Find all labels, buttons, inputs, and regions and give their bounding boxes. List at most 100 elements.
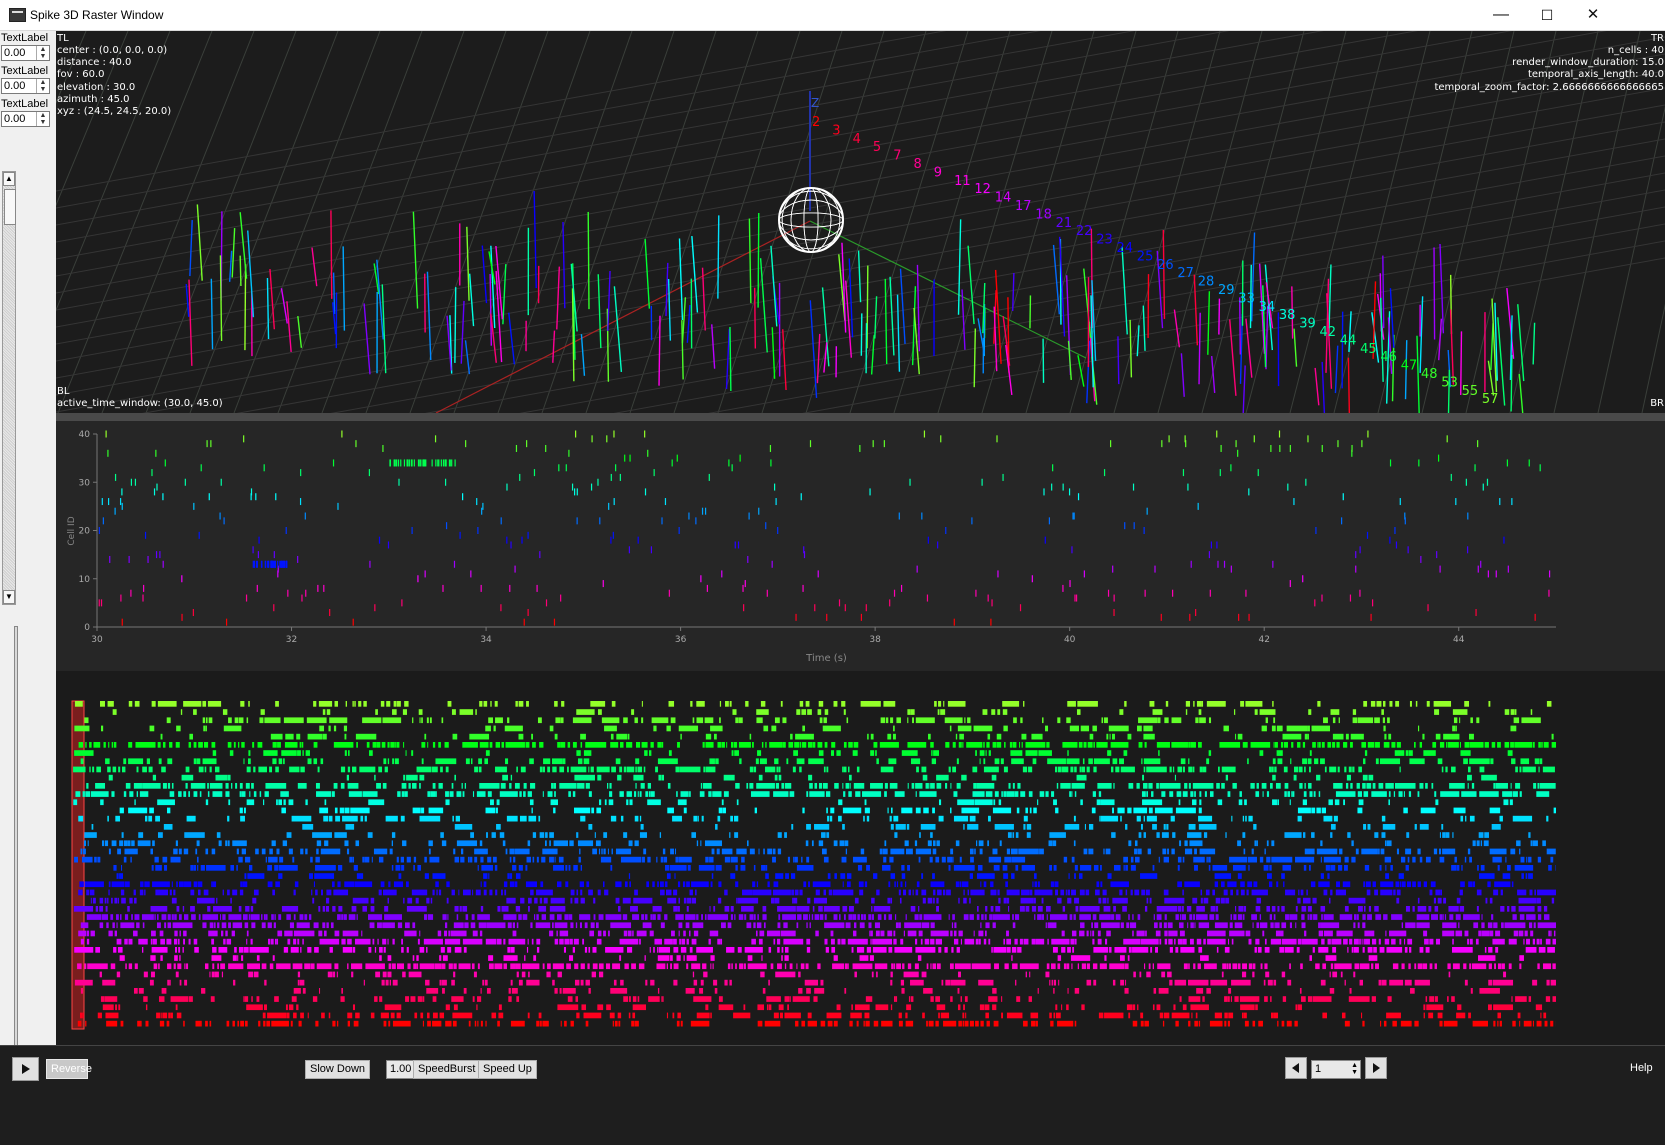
overview-spike (864, 1013, 869, 1019)
overview-spike (585, 742, 606, 748)
overview-spike (598, 709, 602, 715)
speed-up-button[interactable]: Speed Up (478, 1060, 537, 1079)
overview-spike (246, 783, 250, 789)
overview-spike (80, 1013, 83, 1019)
prev-page-button[interactable] (1285, 1057, 1307, 1079)
overview-spike (890, 849, 904, 855)
overview-spike (1250, 783, 1254, 789)
overview-spike (785, 947, 789, 953)
vertical-slider[interactable] (14, 626, 18, 1071)
close-button[interactable]: ✕ (1570, 0, 1616, 30)
overview-spike (487, 857, 491, 863)
overview-spike (1469, 758, 1490, 764)
overview-spike (955, 963, 971, 969)
overview-spike (1010, 742, 1012, 748)
3d-scene[interactable]: Z234578911121417182122232425262728293334… (56, 31, 1665, 413)
overview-spike (919, 791, 936, 797)
overview-spike (120, 914, 122, 920)
overview-spike (240, 791, 242, 797)
overview-raster-svg[interactable] (56, 671, 1665, 1075)
overview-spike (950, 849, 953, 855)
overview-spike (790, 996, 791, 1002)
overview-spike (272, 758, 276, 764)
scroll-up-icon[interactable]: ▲ (3, 172, 15, 186)
overview-spike (407, 898, 412, 904)
overview-spike (109, 849, 111, 855)
next-page-button[interactable] (1365, 1057, 1387, 1079)
overview-spike (1311, 808, 1315, 814)
overview-spike (481, 988, 482, 994)
overview-spike (1177, 791, 1182, 797)
overview-spike (1173, 1004, 1175, 1010)
overview-spike (461, 849, 463, 855)
overview-spike (1451, 865, 1457, 871)
overview-spike (176, 726, 180, 732)
overview-spike (565, 865, 567, 871)
spin-arrows-icon[interactable]: ▲▼ (36, 112, 49, 126)
overview-spike (1020, 906, 1025, 912)
overview-spike (1200, 767, 1202, 773)
overview-spike (1297, 947, 1300, 953)
page-spinbox[interactable]: 1▲▼ (1311, 1060, 1361, 1079)
overview-spike (849, 1021, 852, 1027)
overview-spike (1104, 955, 1106, 961)
spin-arrows-icon[interactable]: ▲▼ (1351, 1062, 1358, 1076)
overview-spike (419, 709, 423, 715)
overview-spike (1075, 906, 1078, 912)
overview-spike (883, 849, 888, 855)
overview-spike (895, 791, 905, 797)
overview-spike (806, 840, 809, 846)
splitter-handle[interactable] (56, 413, 1665, 421)
overview-spike (933, 849, 937, 855)
spinbox-2[interactable]: 0.00▲▼ (1, 78, 50, 94)
spin-arrows-icon[interactable]: ▲▼ (36, 46, 49, 60)
spin-arrows-icon[interactable]: ▲▼ (36, 79, 49, 93)
overview-spike (1066, 890, 1067, 896)
overview-spike (235, 717, 239, 723)
overview-spike (778, 922, 781, 928)
overview-spike (1137, 726, 1142, 732)
overview-spike (1542, 840, 1546, 846)
raster-plot-svg[interactable]: 0102030403032343638404244Time (s)Cell ID (56, 421, 1665, 671)
overview-spike (1441, 824, 1443, 830)
overview-spike (813, 881, 831, 887)
overview-spike (950, 783, 951, 789)
overview-spike (890, 972, 892, 978)
overview-spike (638, 996, 640, 1002)
vertical-scrollbar[interactable]: ▲ ▼ (2, 171, 16, 605)
overview-spike (159, 758, 162, 764)
overview-spike (216, 898, 217, 904)
overview-spike (1144, 832, 1146, 838)
spinbox-1[interactable]: 0.00▲▼ (1, 45, 50, 61)
help-button[interactable]: Help (1626, 1060, 1657, 1079)
overview-spike (782, 914, 796, 920)
spike-line (1163, 230, 1164, 319)
overview-spike (814, 898, 827, 904)
minimize-button[interactable]: — (1478, 0, 1524, 30)
overview-spike (761, 955, 762, 961)
overview-spike (1452, 947, 1473, 953)
scrollbar-thumb[interactable] (4, 189, 16, 225)
overview-spike (921, 767, 926, 773)
scroll-down-icon[interactable]: ▼ (3, 590, 15, 604)
maximize-button[interactable]: ☐ (1524, 0, 1570, 30)
cell-axis-label: 55 (1462, 384, 1479, 399)
overview-spike (660, 881, 664, 887)
overview-spike (821, 832, 826, 838)
overview-spike (893, 734, 896, 740)
slow-down-button[interactable]: Slow Down (305, 1060, 370, 1079)
overview-spike (1034, 873, 1037, 879)
3d-raster-view[interactable]: Z234578911121417182122232425262728293334… (56, 31, 1665, 413)
spinbox-3[interactable]: 0.00▲▼ (1, 111, 50, 127)
speed-burst-button[interactable]: SpeedBurst (413, 1060, 480, 1079)
overview-raster[interactable] (56, 671, 1665, 1075)
overview-spike (91, 791, 109, 797)
overview-spike (1004, 857, 1011, 863)
overview-spike (138, 832, 143, 838)
overview-spike (137, 791, 138, 797)
2d-raster-plot[interactable]: 0102030403032343638404244Time (s)Cell ID (56, 421, 1665, 671)
overview-spike (161, 734, 163, 740)
reverse-button[interactable]: Reverse (46, 1059, 88, 1079)
overview-spike (1097, 783, 1111, 789)
play-button[interactable] (12, 1057, 39, 1081)
